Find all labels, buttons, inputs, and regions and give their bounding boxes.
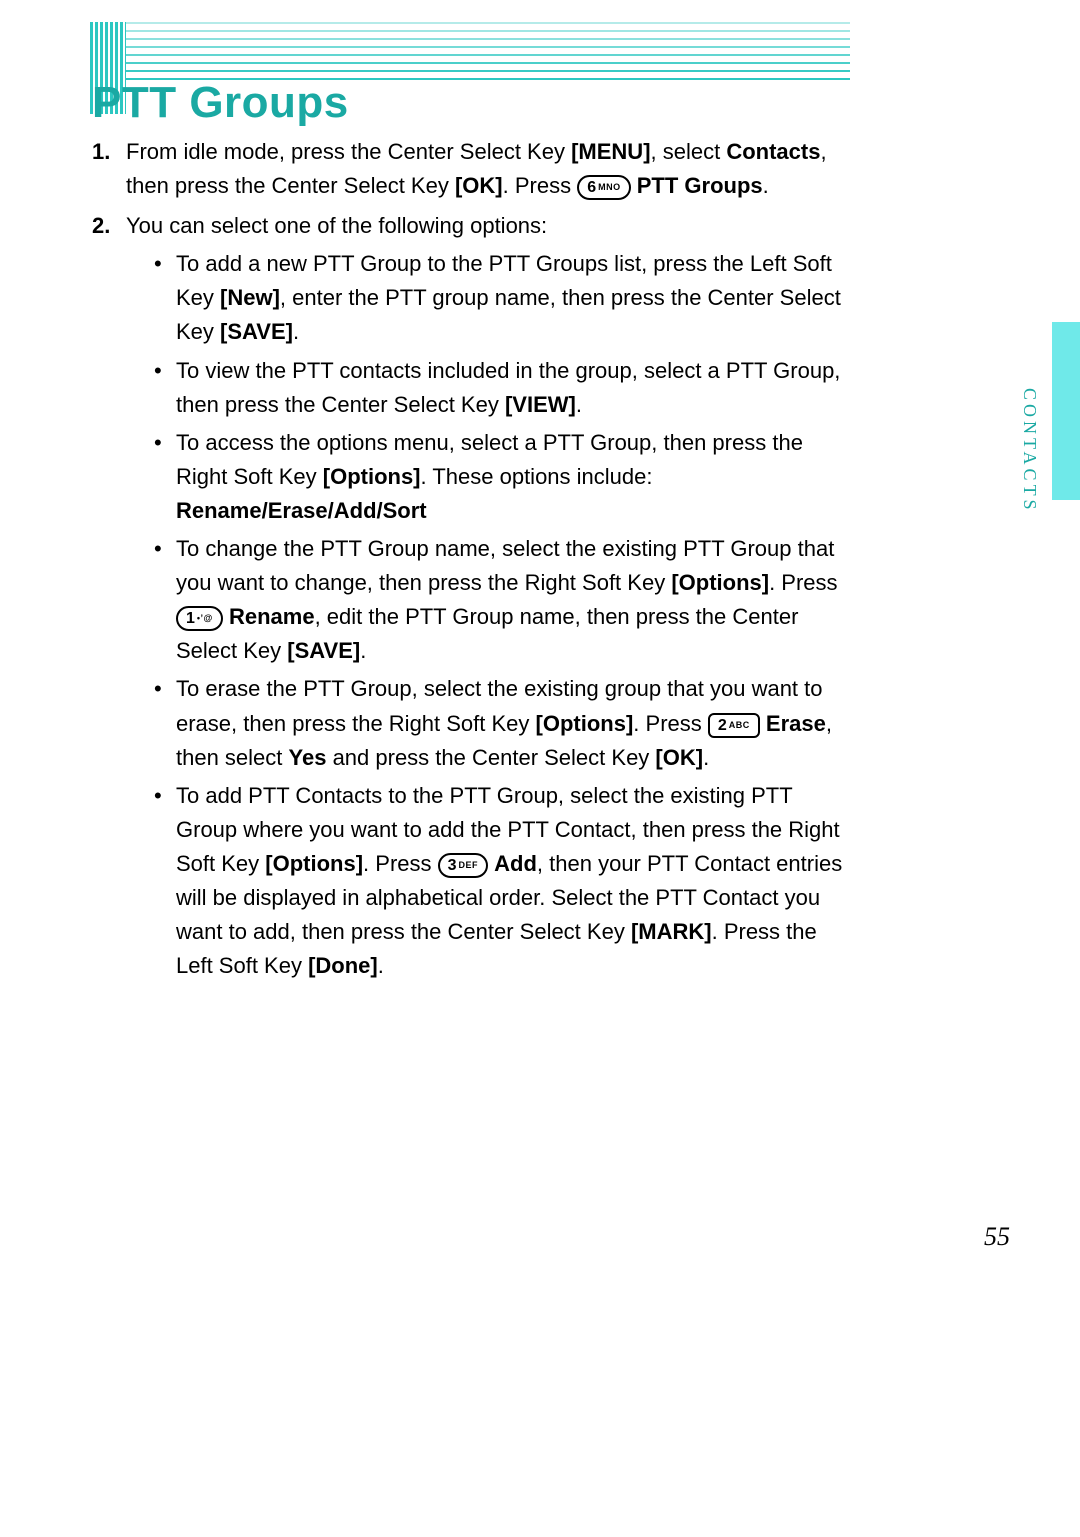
key-ptt-groups: PTT Groups — [637, 173, 763, 198]
bullet-options-menu: To access the options menu, select a PTT… — [154, 426, 850, 528]
step-number: 2. — [92, 209, 110, 243]
key-add: Add — [494, 851, 537, 876]
options-list: Rename/Erase/Add/Sort — [176, 498, 427, 523]
key-save: [SAVE] — [287, 638, 360, 663]
text: . Press — [769, 570, 837, 595]
bullet-erase: To erase the PTT Group, select the exist… — [154, 672, 850, 774]
bullet-add-group: To add a new PTT Group to the PTT Groups… — [154, 247, 850, 349]
key-yes: Yes — [289, 745, 327, 770]
key-options: [Options] — [671, 570, 769, 595]
text: . Press — [503, 173, 578, 198]
keycap-6-icon: 6MNO — [577, 175, 630, 200]
step-2: 2. You can select one of the following o… — [92, 209, 850, 983]
header-stripes — [90, 22, 850, 80]
key-save: [SAVE] — [220, 319, 293, 344]
text: . Press — [363, 851, 438, 876]
text: . — [763, 173, 769, 198]
keycap-1-icon: 1•’@ — [176, 606, 223, 631]
text: You can select one of the following opti… — [126, 213, 547, 238]
text: , select — [651, 139, 727, 164]
section-tab-label: CONTACTS — [1019, 388, 1040, 514]
key-erase: Erase — [766, 711, 826, 736]
text: From idle mode, press the Center Select … — [126, 139, 571, 164]
text: . These options include: — [421, 464, 653, 489]
key-ok: [OK] — [655, 745, 703, 770]
text: . Press — [633, 711, 708, 736]
text: . — [360, 638, 366, 663]
section-tab — [1052, 322, 1080, 500]
key-view: [VIEW] — [505, 392, 576, 417]
keycap-3-icon: 3DEF — [438, 853, 488, 878]
key-ok: [OK] — [455, 173, 503, 198]
key-new: [New] — [220, 285, 280, 310]
page-number: 55 — [984, 1222, 1010, 1252]
bullet-view-group: To view the PTT contacts included in the… — [154, 354, 850, 422]
key-contacts: Contacts — [726, 139, 820, 164]
key-menu: [MENU] — [571, 139, 650, 164]
text: and press the Center Select Key — [326, 745, 655, 770]
body-text: 1. From idle mode, press the Center Sele… — [92, 135, 850, 989]
step-1: 1. From idle mode, press the Center Sele… — [92, 135, 850, 203]
key-options: [Options] — [536, 711, 634, 736]
key-options: [Options] — [323, 464, 421, 489]
key-rename: Rename — [229, 604, 315, 629]
bullet-add-contacts: To add PTT Contacts to the PTT Group, se… — [154, 779, 850, 984]
bullet-rename: To change the PTT Group name, select the… — [154, 532, 850, 668]
text: . — [293, 319, 299, 344]
text: . — [703, 745, 709, 770]
step-number: 1. — [92, 135, 110, 169]
text: . — [378, 953, 384, 978]
key-done: [Done] — [308, 953, 378, 978]
page-title: PTT Groups — [92, 78, 349, 128]
manual-page: PTT Groups CONTACTS 1. From idle mode, p… — [0, 0, 1080, 1537]
key-mark: [MARK] — [631, 919, 712, 944]
keycap-2-icon: 2ABC — [708, 713, 760, 738]
key-options: [Options] — [265, 851, 363, 876]
text: . — [576, 392, 582, 417]
